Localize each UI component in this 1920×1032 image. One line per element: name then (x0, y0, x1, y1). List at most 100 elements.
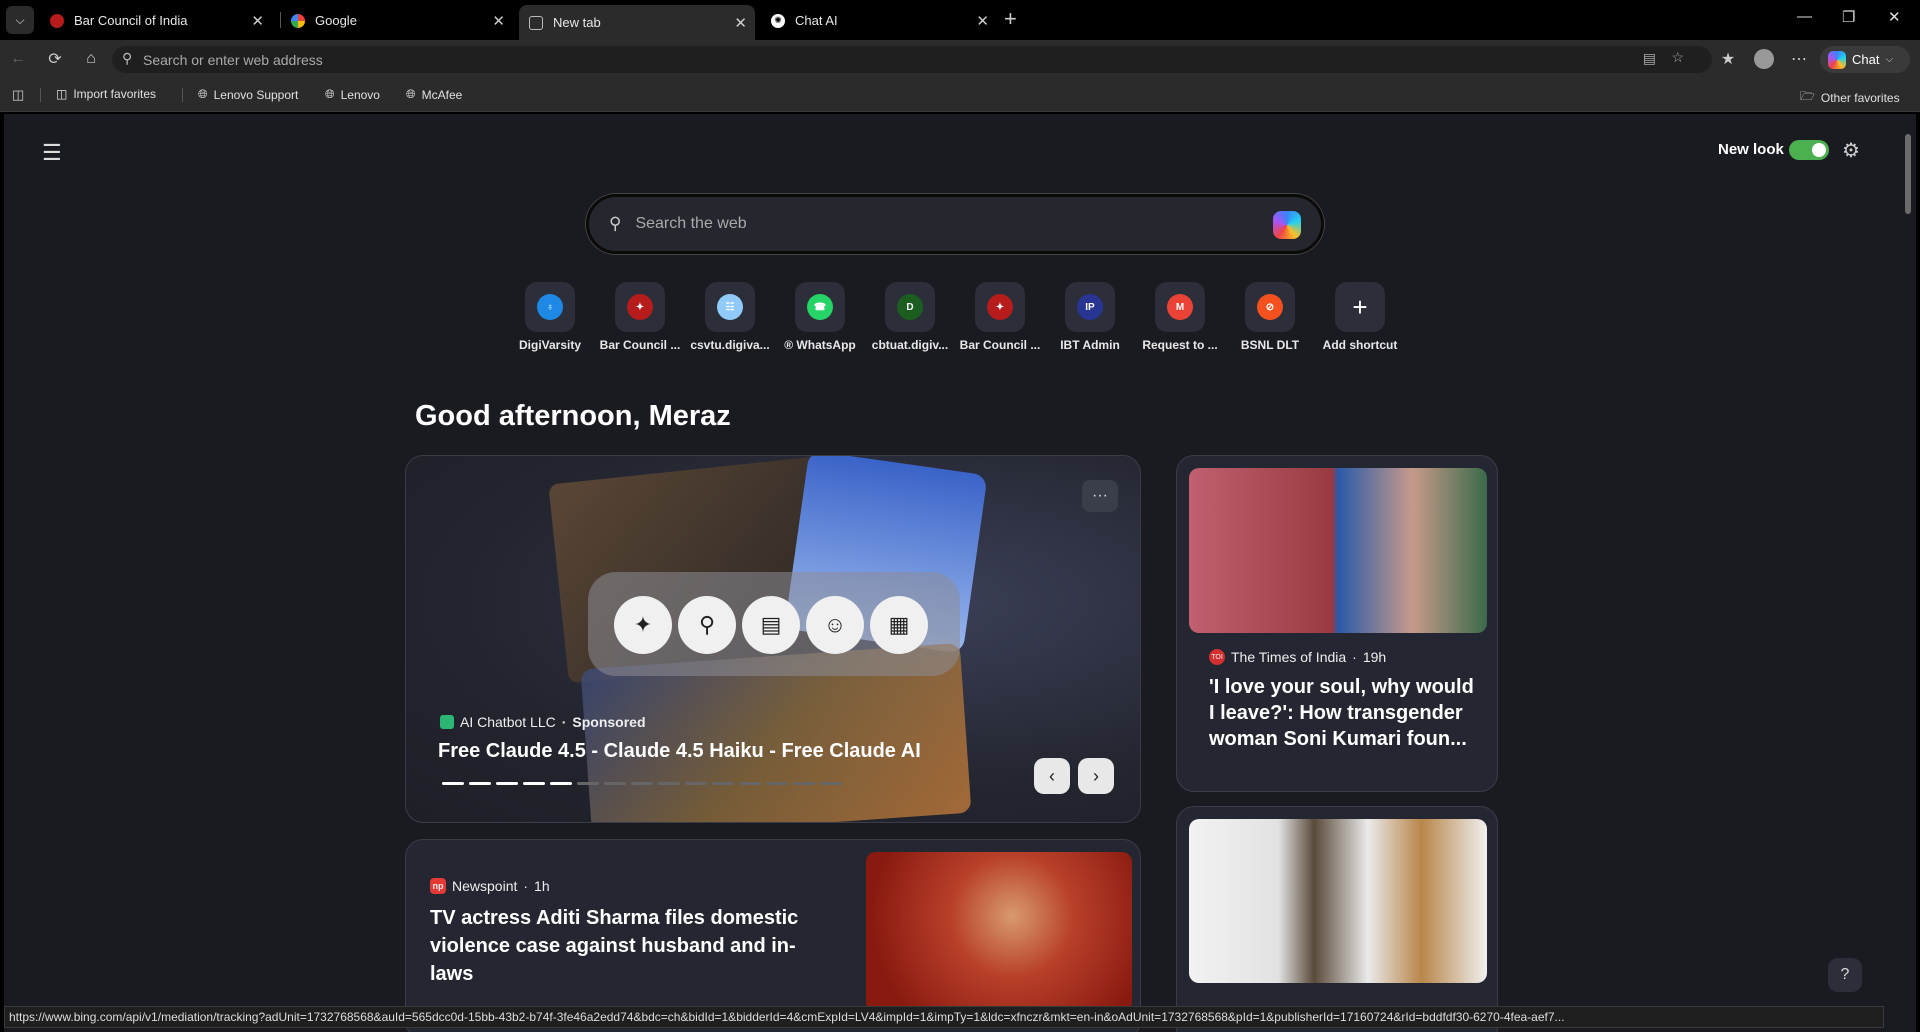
shortcut-label: cbtuat.digiv... (871, 338, 949, 352)
shortcut-tile[interactable]: ☷ csvtu.digiva... (685, 282, 775, 352)
web-search-box[interactable]: ⚲ Search the web (586, 194, 1324, 254)
shortcut-glyph: IP (1077, 294, 1103, 320)
close-icon[interactable]: ✕ (976, 12, 989, 30)
copilot-icon[interactable] (1273, 211, 1301, 239)
close-window-button[interactable]: ✕ (1888, 8, 1901, 26)
address-bar[interactable]: ⚲ Search or enter web address ▤ ☆ (112, 46, 1712, 73)
tab-title: Google (315, 13, 357, 28)
carousel-dot[interactable] (739, 782, 761, 785)
tab-google[interactable]: Google ✕ (281, 5, 513, 36)
arrow-left-icon: ← (10, 50, 26, 67)
shortcut-tile[interactable]: IP IBT Admin (1045, 282, 1135, 352)
reader-icon[interactable]: ▤ (1643, 50, 1656, 67)
shortcut-tile[interactable]: ♁ DigiVarsity (505, 282, 595, 352)
hero-tool-strip: ✦ ⚲ ▤ ☺ ▦ (588, 572, 960, 676)
sponsored-hero-card[interactable]: ✦ ⚲ ▤ ☺ ▦ ··· AI Chatbot LLC · Sponsored… (405, 455, 1141, 823)
new-tab-button[interactable]: + (1004, 8, 1017, 30)
news-image (1189, 468, 1487, 633)
scrollbar-thumb[interactable] (1905, 134, 1911, 214)
tab-chat-ai[interactable]: ✺ Chat AI ✕ (761, 5, 997, 36)
news-title[interactable]: TV actress Aditi Sharma files domestic v… (430, 904, 810, 988)
folder-icon: 🗁︎ (1800, 89, 1815, 103)
refresh-button[interactable]: ⟳ (45, 49, 65, 69)
carousel-dot[interactable] (712, 782, 734, 785)
collections-icon[interactable]: ◫ (12, 87, 24, 103)
shortcut-tile[interactable]: Dcbtuat.digiv... (865, 282, 955, 352)
minimize-button[interactable]: — (1797, 8, 1812, 25)
shortcut-tile[interactable]: ✦ Bar Council ... (595, 282, 685, 352)
carousel-dot[interactable] (469, 782, 491, 785)
greeting: Good afternoon, Meraz (415, 400, 731, 432)
copilot-chat-button[interactable]: Chat ⌵ (1820, 46, 1910, 73)
carousel-dot[interactable] (496, 782, 518, 785)
home-button[interactable]: ⌂ (81, 49, 101, 69)
carousel-dot[interactable] (685, 782, 707, 785)
news-source: TOI The Times of India · 19h (1209, 649, 1386, 665)
shortcut-tile[interactable]: ✦ Bar Council ... (955, 282, 1045, 352)
hero-title[interactable]: Free Claude 4.5 - Claude 4.5 Haiku - Fre… (438, 740, 921, 763)
tab-new-tab[interactable]: New tab ✕ (519, 5, 755, 40)
tab-actions-button[interactable]: ⌵ (6, 6, 34, 34)
settings-button[interactable]: ⚙ (1842, 138, 1860, 163)
page-scrollbar[interactable] (1900, 114, 1916, 1032)
restore-button[interactable]: ❐ (1842, 8, 1855, 26)
carousel-dot[interactable] (442, 782, 464, 785)
close-icon[interactable]: ✕ (251, 12, 264, 30)
tab-bar-council[interactable]: Bar Council of India ✕ (40, 5, 272, 36)
carousel-dot[interactable] (577, 782, 599, 785)
bookmark-label: Lenovo Support (213, 87, 299, 102)
close-icon[interactable]: ✕ (492, 12, 505, 30)
bookmark-lenovo-support[interactable]: 🌐︎ Lenovo Support (198, 87, 298, 102)
star-icon[interactable]: ☆ (1671, 49, 1684, 66)
profile-button[interactable] (1754, 49, 1774, 69)
carousel-dot[interactable] (658, 782, 680, 785)
carousel-dot[interactable] (766, 782, 788, 785)
bookmark-import-favorites[interactable]: ◫ Import favorites (56, 87, 156, 101)
news-card[interactable]: np Newspoint · 1h TV actress Aditi Sharm… (405, 839, 1141, 1032)
news-card[interactable] (1176, 806, 1498, 1032)
carousel-prev-button[interactable]: ‹ (1034, 758, 1070, 794)
hero-more-button[interactable]: ··· (1082, 480, 1118, 512)
shortcut-tile[interactable]: ☎ ® WhatsApp (775, 282, 865, 352)
news-card[interactable]: TOI The Times of India · 19h 'I love you… (1176, 455, 1498, 792)
favorites-button[interactable]: ★ (1718, 49, 1738, 69)
hero-separator: · (561, 714, 567, 730)
carousel-next-button[interactable]: › (1078, 758, 1114, 794)
more-menu-button[interactable]: ⋯ (1789, 49, 1809, 69)
emoji-button[interactable]: ☺ (806, 596, 864, 654)
search-sparkle-icon: ⚲ (698, 612, 716, 637)
help-button[interactable]: ? (1828, 958, 1862, 992)
carousel-dot[interactable] (604, 782, 626, 785)
shortcut-tile[interactable]: M Request to ... (1135, 282, 1225, 352)
image-button[interactable]: ▤ (742, 596, 800, 654)
menu-button[interactable]: ☰ (42, 140, 62, 166)
shortcut-icon: M (1155, 282, 1205, 332)
browser-toolbar: ← ⟳ ⌂ ⚲ Search or enter web address ▤ ☆ … (0, 40, 1920, 78)
shortcut-label: Request to ... (1142, 338, 1218, 352)
bookmark-lenovo[interactable]: 🌐︎ Lenovo (325, 87, 380, 102)
carousel-dot[interactable] (631, 782, 653, 785)
close-icon[interactable]: ✕ (734, 14, 747, 32)
carousel-dot[interactable] (820, 782, 842, 785)
back-button[interactable]: ← (8, 49, 28, 69)
bookmark-divider (182, 88, 183, 102)
bookmark-other-favorites[interactable]: 🗁︎ Other favorites (1800, 87, 1900, 108)
news-separator: · (523, 878, 529, 894)
address-placeholder: Search or enter web address (143, 51, 323, 68)
bookmark-mcafee[interactable]: 🌐︎ McAfee (406, 87, 462, 102)
apps-button[interactable]: ▦ (870, 596, 928, 654)
carousel-dot[interactable] (793, 782, 815, 785)
visual-search-button[interactable]: ⚲ (678, 596, 736, 654)
carousel-dot[interactable] (523, 782, 545, 785)
shortcut-tile[interactable]: ⊘ BSNL DLT (1225, 282, 1315, 352)
refresh-icon: ⟳ (48, 51, 62, 68)
news-title[interactable]: 'I love your soul, why would I leave?': … (1209, 674, 1479, 752)
hero-source-name: AI Chatbot LLC (460, 714, 556, 730)
new-look-toggle[interactable] (1789, 140, 1829, 160)
carousel-dot[interactable] (550, 782, 572, 785)
add-shortcut-button[interactable]: + Add shortcut (1315, 282, 1405, 352)
favorites-icon: ★ (1720, 51, 1736, 68)
sparkle-button[interactable]: ✦ (614, 596, 672, 654)
tab-title: Bar Council of India (74, 13, 188, 28)
smile-icon: ☺ (823, 612, 847, 637)
